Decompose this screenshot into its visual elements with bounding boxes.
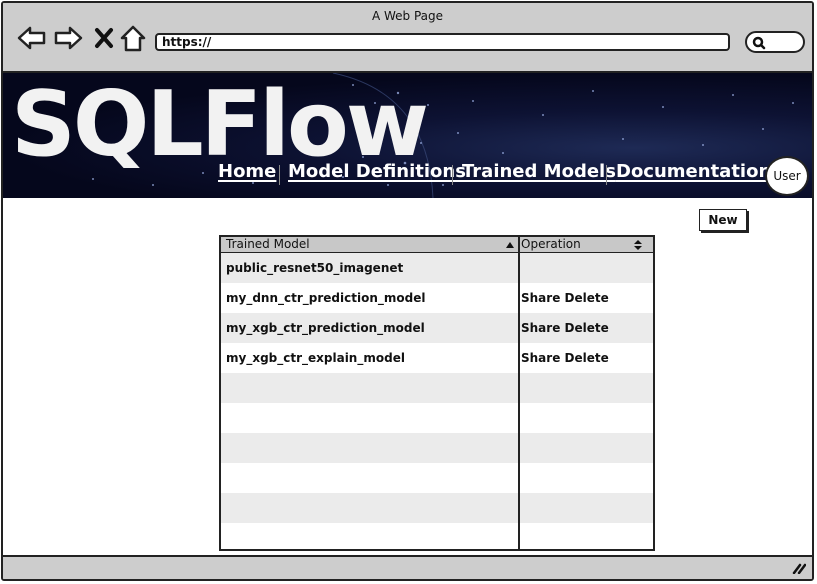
- nav-documentation[interactable]: Documentation: [616, 161, 771, 182]
- sort-both-icon[interactable]: [633, 239, 643, 251]
- home-icon[interactable]: [120, 25, 146, 53]
- share-link[interactable]: Share: [521, 321, 560, 335]
- operation-cell: Share Delete: [521, 343, 609, 373]
- user-button[interactable]: User: [765, 156, 809, 196]
- nav-trained-models[interactable]: Trained Models: [462, 161, 616, 182]
- table-row[interactable]: my_xgb_ctr_explain_model Share Delete: [221, 343, 653, 373]
- header-banner: SQLFlow Home Model Definitions Trained M…: [3, 73, 812, 198]
- delete-link[interactable]: Delete: [565, 291, 609, 305]
- forward-arrow-icon[interactable]: [53, 25, 83, 51]
- model-name-cell: my_xgb_ctr_prediction_model: [226, 321, 425, 335]
- back-arrow-icon[interactable]: [17, 25, 47, 51]
- url-input[interactable]: https://: [155, 33, 730, 51]
- column-header-trained-model[interactable]: Trained Model: [226, 237, 310, 252]
- empty-row: [221, 433, 653, 463]
- trained-models-table: Trained Model Operation public_resnet50_…: [219, 235, 655, 551]
- empty-row: [221, 403, 653, 433]
- share-link[interactable]: Share: [521, 351, 560, 365]
- nav-home[interactable]: Home: [218, 161, 276, 182]
- nav-separator: [452, 165, 453, 185]
- empty-row: [221, 523, 653, 549]
- sqlflow-logo: SQLFlow: [11, 73, 429, 177]
- model-name-cell: my_dnn_ctr_prediction_model: [226, 291, 426, 305]
- search-icon: [752, 36, 766, 50]
- nav-separator: [606, 165, 607, 185]
- nav-separator: [279, 165, 280, 185]
- resize-grip-icon[interactable]: [792, 562, 806, 574]
- window-title: A Web Page: [371, 9, 444, 23]
- new-button[interactable]: New: [699, 209, 747, 231]
- empty-row: [221, 493, 653, 523]
- table-row[interactable]: public_resnet50_imagenet: [221, 253, 653, 283]
- column-header-operation[interactable]: Operation: [521, 237, 581, 252]
- delete-link[interactable]: Delete: [565, 321, 609, 335]
- table-header: Trained Model Operation: [221, 237, 653, 253]
- search-box[interactable]: [745, 31, 805, 53]
- empty-row: [221, 373, 653, 403]
- nav-model-definitions[interactable]: Model Definitions: [288, 161, 466, 182]
- model-name-cell: my_xgb_ctr_explain_model: [226, 351, 405, 365]
- browser-window: A Web Page https:// SQLFlow Home Model D…: [1, 1, 814, 581]
- browser-chrome: A Web Page https://: [3, 3, 812, 73]
- operation-cell: Share Delete: [521, 283, 609, 313]
- table-row[interactable]: my_xgb_ctr_prediction_model Share Delete: [221, 313, 653, 343]
- table-row[interactable]: my_dnn_ctr_prediction_model Share Delete: [221, 283, 653, 313]
- model-name-cell: public_resnet50_imagenet: [226, 261, 404, 275]
- close-x-icon[interactable]: [93, 25, 115, 51]
- sort-ascending-icon[interactable]: [505, 241, 515, 249]
- share-link[interactable]: Share: [521, 291, 560, 305]
- delete-link[interactable]: Delete: [565, 351, 609, 365]
- status-bar: [3, 555, 812, 579]
- column-divider: [518, 237, 520, 549]
- empty-row: [221, 463, 653, 493]
- operation-cell: Share Delete: [521, 313, 609, 343]
